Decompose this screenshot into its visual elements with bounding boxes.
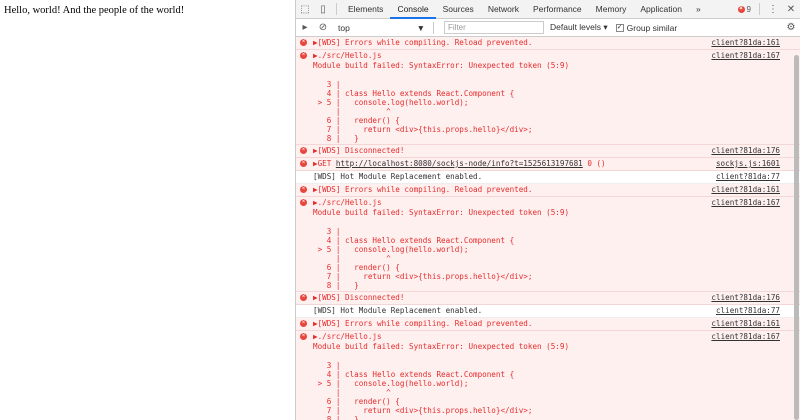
more-tabs-button[interactable]: » [689, 0, 708, 19]
group-similar-label: Group similar [626, 22, 678, 33]
log-levels-dropdown[interactable]: Default levels ▾ [550, 22, 608, 33]
console-message[interactable]: × ▶[WDS] Errors while compiling. Reload p… [296, 184, 800, 197]
devtools-tabbar: ⬚ ▯ Elements Console Sources Network Perform… [296, 0, 800, 19]
source-link[interactable]: client?81da:161 [711, 185, 780, 195]
error-count: 9 [746, 4, 751, 14]
inspect-element-icon[interactable]: ⬚ [296, 0, 314, 19]
divider [759, 3, 760, 15]
message-text: ▶./src/Hello.js Module build failed: Syn… [313, 51, 570, 70]
console-message[interactable]: × ▶./src/Hello.js Module build failed: Sy… [296, 331, 800, 420]
page-content: Hello, world! And the people of the worl… [0, 0, 295, 420]
hello-text: Hello, world! And the people of the worl… [4, 5, 185, 16]
error-icon: × [300, 320, 307, 327]
message-text: ▶./src/Hello.js Module build failed: Syn… [313, 332, 570, 351]
console-message[interactable]: × ▶GET http://localhost:8080/sockjs-node/… [296, 158, 800, 171]
tab-performance[interactable]: Performance [526, 0, 589, 19]
console-message[interactable]: × ▶[WDS] Errors while compiling. Reload p… [296, 318, 800, 331]
source-link[interactable]: sockjs.js:1601 [716, 159, 780, 169]
error-icon: × [737, 5, 745, 13]
error-icon: × [300, 333, 307, 340]
error-icon: × [300, 160, 307, 167]
error-icon: × [300, 199, 307, 206]
divider [336, 3, 337, 15]
error-icon: × [300, 39, 307, 46]
error-icon: × [300, 147, 307, 154]
console-message[interactable]: [WDS] Hot Module Replacement enabled. cli… [296, 305, 800, 318]
checkbox-icon: ✓ [615, 23, 624, 32]
source-link[interactable]: client?81da:77 [716, 172, 780, 182]
message-text: ▶./src/Hello.js Module build failed: Syn… [313, 198, 570, 217]
message-text: ▶[WDS] Errors while compiling. Reload pr… [313, 185, 533, 194]
tab-network[interactable]: Network [481, 0, 526, 19]
message-text: ▶[WDS] Errors while compiling. Reload pr… [313, 38, 533, 47]
source-link[interactable]: client?81da:167 [711, 332, 780, 342]
group-similar-checkbox[interactable]: ✓ Group similar [615, 22, 678, 33]
console-message[interactable]: × ▶[WDS] Disconnected! client?81da:176 [296, 145, 800, 158]
tabs: Elements Console Sources Network Performance… [341, 0, 689, 19]
clear-console-icon[interactable]: ⊘ [314, 18, 332, 37]
console-log: × ▶[WDS] Errors while compiling. Reload p… [296, 37, 800, 420]
status-text: 0 () [582, 159, 606, 168]
message-text: ▶[WDS] Disconnected! [313, 146, 405, 155]
tab-memory[interactable]: Memory [589, 0, 634, 19]
divider [433, 21, 434, 34]
devtools-panel: ⬚ ▯ Elements Console Sources Network Perform… [295, 0, 800, 420]
close-icon[interactable]: ✕ [782, 0, 800, 19]
console-toolbar: ▸ ⊘ top ▼ Filter Default levels ▾ ✓ Group … [296, 19, 800, 37]
console-message[interactable]: × ▶./src/Hello.js Module build failed: Sy… [296, 197, 800, 292]
source-link[interactable]: client?81da:176 [711, 146, 780, 156]
message-text: ▶[WDS] Errors while compiling. Reload pr… [313, 319, 533, 328]
request-url-link[interactable]: http://localhost:8080/sockjs-node/info?t… [336, 159, 583, 168]
settings-gear-icon[interactable]: ⚙ [782, 18, 800, 37]
code-frame: 3 | 4 | class Hello extends React.Compon… [317, 227, 533, 290]
dropdown-arrow-icon: ▼ [416, 22, 425, 33]
code-frame: 3 | 4 | class Hello extends React.Compon… [317, 361, 533, 420]
tab-elements[interactable]: Elements [341, 0, 390, 19]
console-message[interactable]: × ▶./src/Hello.js Module build failed: Sy… [296, 50, 800, 145]
tab-sources[interactable]: Sources [436, 0, 481, 19]
message-text: ▶GET [313, 159, 336, 168]
device-toolbar-icon[interactable]: ▯ [314, 0, 332, 19]
error-icon: × [300, 186, 307, 193]
console-message[interactable]: [WDS] Hot Module Replacement enabled. cli… [296, 171, 800, 184]
context-select[interactable]: top ▼ [334, 23, 429, 33]
filter-input[interactable]: Filter [444, 21, 544, 34]
message-text: [WDS] Hot Module Replacement enabled. [313, 306, 483, 315]
source-link[interactable]: client?81da:167 [711, 51, 780, 61]
source-link[interactable]: client?81da:176 [711, 293, 780, 303]
error-icon: × [300, 52, 307, 59]
context-value: top [338, 22, 350, 33]
console-message[interactable]: × ▶[WDS] Disconnected! client?81da:176 [296, 292, 800, 305]
source-link[interactable]: client?81da:161 [711, 319, 780, 329]
error-icon: × [300, 294, 307, 301]
source-link[interactable]: client?81da:167 [711, 198, 780, 208]
source-link[interactable]: client?81da:77 [716, 306, 780, 316]
tab-application[interactable]: Application [633, 0, 689, 19]
source-link[interactable]: client?81da:161 [711, 38, 780, 48]
kebab-menu-icon[interactable]: ⋮ [764, 0, 782, 19]
scrollbar[interactable] [794, 55, 799, 420]
console-message[interactable]: × ▶[WDS] Errors while compiling. Reload p… [296, 37, 800, 50]
message-text: ▶[WDS] Disconnected! [313, 293, 405, 302]
tab-console[interactable]: Console [390, 0, 436, 19]
message-text: [WDS] Hot Module Replacement enabled. [313, 172, 483, 181]
code-frame: 3 | 4 | class Hello extends React.Compon… [317, 80, 533, 143]
sidebar-toggle-icon[interactable]: ▸ [296, 18, 314, 37]
error-count-badge[interactable]: × 9 [737, 4, 755, 14]
